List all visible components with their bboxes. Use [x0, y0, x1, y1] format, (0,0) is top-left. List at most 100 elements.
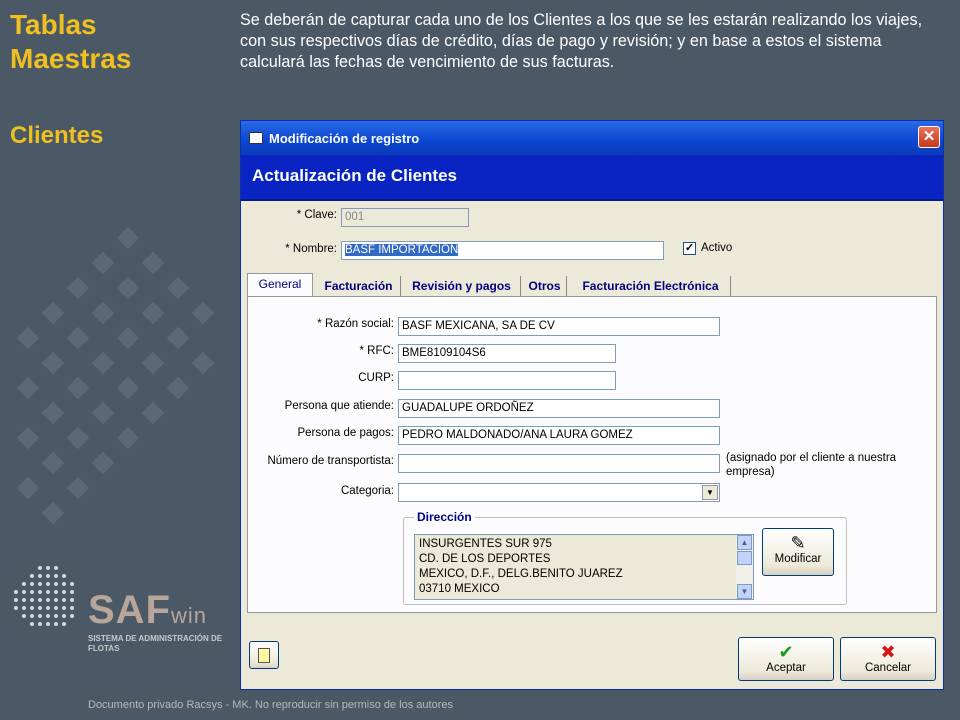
decorative-diamond [41, 301, 65, 325]
decorative-diamond [116, 376, 140, 400]
decorative-diamond [66, 426, 90, 450]
cancelar-button[interactable]: ✖ Cancelar [840, 637, 936, 681]
decorative-diamond [41, 351, 65, 375]
clave-label: * Clave: [296, 209, 337, 221]
window-icon [249, 132, 263, 144]
clave-field[interactable]: 001 [341, 208, 469, 227]
close-icon: ✕ [922, 128, 936, 145]
logo-dot [54, 566, 58, 570]
direccion-scrollbar[interactable]: ▲ ▼ [736, 535, 753, 599]
dialog-titlebar[interactable]: Modificación de registro ✕ [241, 121, 943, 155]
nombre-field[interactable]: BASF IMPORTACION [341, 241, 664, 260]
logo-dot [62, 606, 66, 610]
slide-subtitle: Clientes [10, 122, 104, 149]
logo-dot [46, 590, 50, 594]
persona-atiende-field[interactable]: GUADALUPE ORDOÑEZ [398, 399, 720, 418]
logo-dot [22, 590, 26, 594]
logo-dot [38, 606, 42, 610]
logo-dot [22, 582, 26, 586]
decorative-diamond [91, 251, 115, 275]
modificar-button[interactable]: ✎ Modificar [762, 528, 834, 576]
logo-dot [62, 614, 66, 618]
decorative-diamond [66, 326, 90, 350]
decorative-diamond [141, 351, 165, 375]
logo-dot [54, 622, 58, 626]
document-icon [258, 648, 270, 663]
tab-general[interactable]: General [247, 273, 313, 298]
chevron-down-icon[interactable]: ▼ [702, 485, 718, 500]
transportista-note: (asignado por el cliente a nuestra empre… [726, 452, 897, 478]
decorative-diamond [116, 276, 140, 300]
direccion-line: 03710 MEXICO [419, 583, 500, 595]
logo-dot [46, 598, 50, 602]
tab-otros[interactable]: Otros [523, 276, 567, 296]
direccion-legend: Dirección [414, 510, 475, 524]
razon-social-field[interactable]: BASF MEXICANA, SA DE CV [398, 317, 720, 336]
footer-note: Documento privado Racsys - MK. No reprod… [88, 699, 453, 711]
transportista-field[interactable] [398, 454, 720, 473]
rfc-field[interactable]: BME8109104S6 [398, 344, 616, 363]
persona-pagos-field[interactable]: PEDRO MALDONADO/ANA LAURA GOMEZ [398, 426, 720, 445]
tab-facturacion-electronica[interactable]: Facturación Electrónica [571, 276, 731, 296]
direccion-line: INSURGENTES SUR 975 [419, 538, 552, 550]
decorative-diamond [91, 401, 115, 425]
logo-dot [22, 606, 26, 610]
logo-word-main: SAF [88, 588, 171, 632]
logo-dot [30, 606, 34, 610]
activo-checkbox[interactable]: ✓ [683, 242, 696, 255]
logo-dot [46, 614, 50, 618]
activo-label: Activo [701, 242, 733, 254]
direccion-line: CD. DE LOS DEPORTES [419, 553, 551, 565]
logo-dot [46, 566, 50, 570]
logo-dot [62, 622, 66, 626]
decorative-diamond [91, 451, 115, 475]
categoria-select[interactable]: ▼ [398, 483, 720, 502]
logo-dot [70, 598, 74, 602]
dialog-title: Modificación de registro [269, 130, 420, 146]
decorative-diamond [141, 401, 165, 425]
decorative-diamond [116, 426, 140, 450]
nombre-label: * Nombre: [285, 243, 337, 255]
scroll-down-icon[interactable]: ▼ [737, 584, 752, 599]
decorative-diamond [16, 426, 40, 450]
cancelar-label: Cancelar [864, 662, 912, 674]
persona-pagos-label: Persona de pagos: [297, 427, 394, 439]
logo-dot [14, 606, 18, 610]
logo-dot [22, 598, 26, 602]
curp-field[interactable] [398, 371, 616, 390]
logo-dot [38, 614, 42, 618]
decorative-diamond [141, 251, 165, 275]
direccion-group: Dirección INSURGENTES SUR 975 CD. DE LOS… [403, 510, 847, 605]
logo-dot [38, 590, 42, 594]
logo-dot [46, 574, 50, 578]
new-document-button[interactable] [249, 641, 279, 669]
logo-dot [70, 582, 74, 586]
decorative-diamond [191, 301, 215, 325]
close-button[interactable]: ✕ [918, 126, 940, 148]
logo-dot [38, 622, 42, 626]
transportista-label: Número de transportista: [267, 455, 394, 467]
logo-dot [14, 590, 18, 594]
logo-dots-icon [14, 566, 74, 626]
decorative-diamond [66, 476, 90, 500]
logo-dot [54, 606, 58, 610]
logo-dot [62, 590, 66, 594]
logo-word-suffix: win [171, 603, 208, 628]
logo-dot [30, 582, 34, 586]
direccion-textarea[interactable]: INSURGENTES SUR 975 CD. DE LOS DEPORTES … [414, 534, 754, 600]
decorative-diamond [91, 301, 115, 325]
modification-dialog: Modificación de registro ✕ Actualización… [240, 120, 944, 690]
decorative-diamond [66, 376, 90, 400]
scroll-up-icon[interactable]: ▲ [737, 535, 752, 550]
scroll-thumb[interactable] [737, 551, 752, 565]
categoria-label: Categoria: [340, 485, 394, 497]
tab-revision-pagos[interactable]: Revisión y pagos [403, 276, 521, 296]
logo-dot [54, 574, 58, 578]
aceptar-button[interactable]: ✔ Aceptar [738, 637, 834, 681]
tab-facturacion[interactable]: Facturación [317, 276, 401, 296]
logo-dot [62, 574, 66, 578]
form-header: Actualización de Clientes [241, 155, 943, 201]
logo-dot [46, 622, 50, 626]
decorative-diamond [191, 351, 215, 375]
logo-dot [30, 574, 34, 578]
